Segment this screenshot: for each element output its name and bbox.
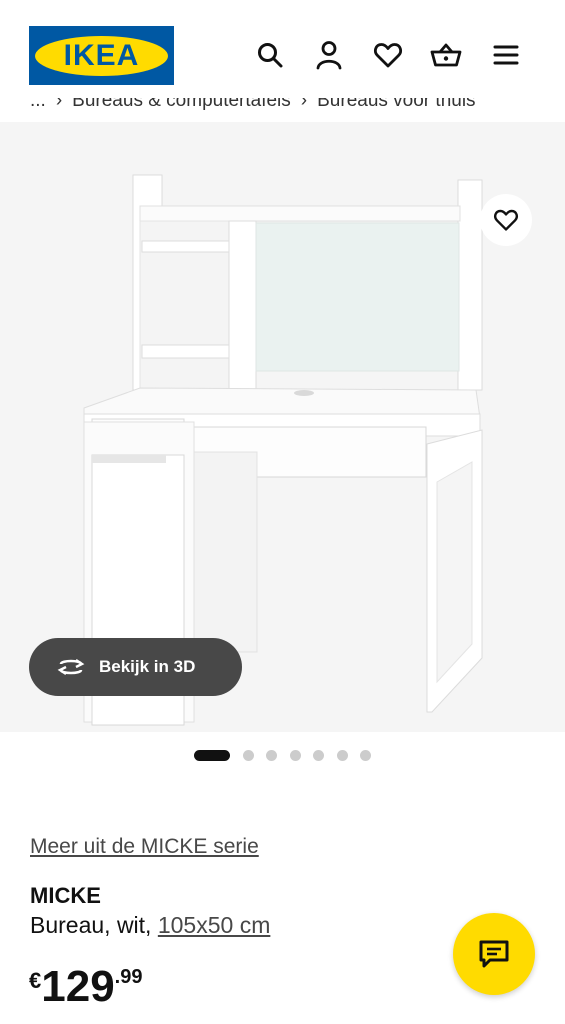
rotate-3d-icon [55, 656, 87, 678]
chevron-right-icon: › [55, 98, 63, 111]
chat-icon [479, 940, 509, 968]
breadcrumb-item-desks-computer-tables[interactable]: Bureaus & computertafels [72, 98, 291, 111]
gallery-dot[interactable] [242, 749, 254, 761]
gallery-dot[interactable] [313, 749, 324, 761]
price-currency: € [29, 968, 42, 993]
gallery-dot-active[interactable] [194, 749, 230, 761]
favourite-button[interactable] [480, 194, 532, 246]
gallery-pagination[interactable] [194, 749, 384, 761]
heart-icon [494, 209, 518, 231]
breadcrumb: ... › Bureaus & computertafels › Bureaus voo… [30, 98, 476, 120]
menu-icon[interactable] [488, 37, 524, 73]
product-price: € 129 .99 [29, 960, 142, 1014]
search-icon[interactable] [252, 37, 288, 73]
view-in-3d-label: Bekijk in 3D [99, 657, 196, 676]
account-icon[interactable] [311, 37, 347, 73]
breadcrumb-item-home-desks[interactable]: Bureaus voor thuis [317, 98, 475, 111]
gallery-dot[interactable] [336, 749, 348, 761]
price-decimal: .99 [114, 966, 143, 988]
gallery-dot[interactable] [289, 749, 301, 761]
header: IKEA [0, 0, 565, 100]
product-name: MICKE [30, 883, 101, 908]
breadcrumb-ellipsis[interactable]: ... [30, 98, 46, 111]
product-description-text: Bureau, wit, [30, 912, 158, 938]
chat-button[interactable] [453, 913, 535, 995]
product-description: Bureau, wit, 105x50 cm [30, 912, 270, 939]
price-integer: 129 [41, 962, 115, 1011]
view-in-3d-button[interactable]: Bekijk in 3D [29, 638, 242, 696]
gallery-dot[interactable] [266, 749, 277, 761]
size-link[interactable]: 105x50 cm [158, 912, 271, 938]
heart-icon[interactable] [370, 37, 406, 73]
gallery-dot[interactable] [360, 749, 371, 761]
logo-text: IKEA [63, 38, 140, 72]
chevron-right-icon: › [300, 98, 308, 111]
ikea-logo[interactable]: IKEA [29, 26, 174, 85]
logo-oval: IKEA [35, 35, 168, 76]
basket-icon[interactable] [428, 37, 464, 73]
series-link[interactable]: Meer uit de MICKE serie [30, 835, 259, 859]
